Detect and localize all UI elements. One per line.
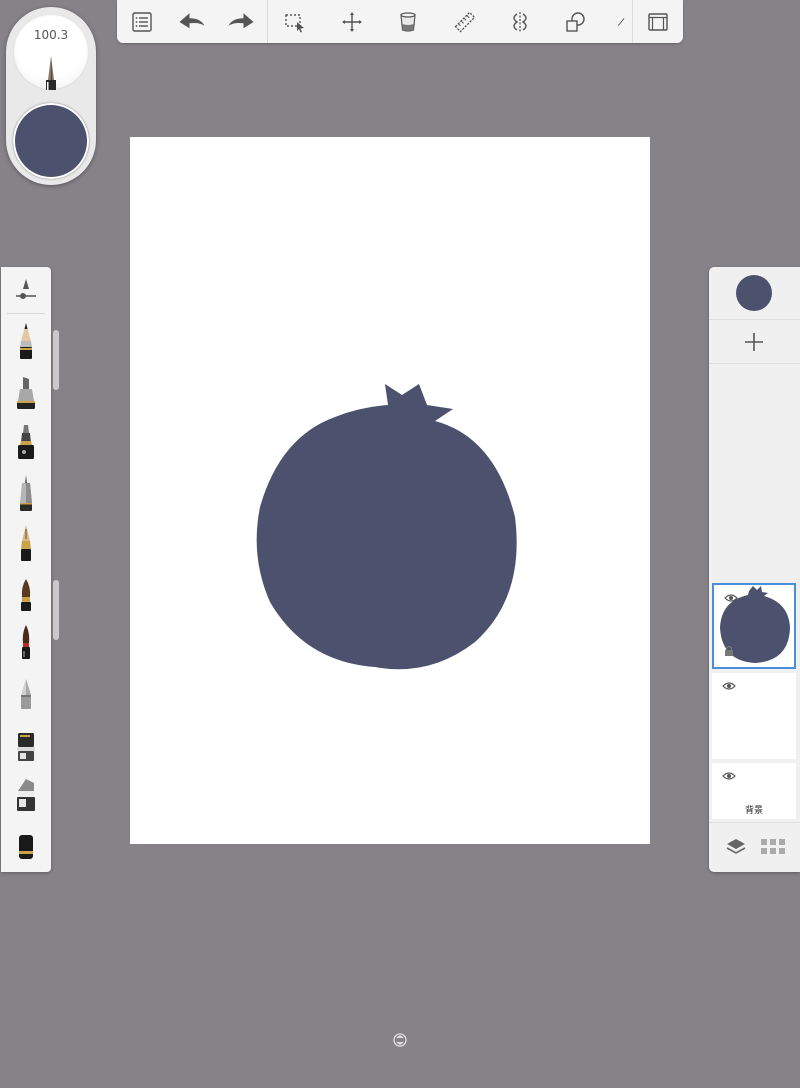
toolbar-divider — [632, 0, 633, 43]
brush-settings-icon — [16, 279, 36, 299]
selection-button[interactable] — [272, 0, 318, 43]
fill-marker-icon — [17, 779, 35, 811]
add-layer-button[interactable] — [739, 330, 769, 354]
grid-view-icon[interactable] — [761, 839, 785, 855]
fullscreen-icon — [648, 12, 668, 31]
top-toolbar — [117, 0, 683, 43]
undo-button[interactable] — [169, 0, 215, 43]
ink-pen-tool[interactable] — [1, 423, 51, 461]
brush-settings-button[interactable] — [1, 277, 51, 303]
technical-pen-tool[interactable] — [1, 473, 51, 513]
current-color-swatch[interactable] — [13, 103, 89, 179]
pencil-tool[interactable] — [1, 321, 51, 361]
more-tools-button[interactable] — [607, 0, 631, 43]
curve-icon — [617, 17, 625, 26]
transform-button[interactable] — [329, 0, 375, 43]
redo-icon — [228, 12, 254, 28]
airbrush-icon — [17, 733, 35, 761]
airbrush-tool[interactable] — [1, 729, 51, 763]
ruler-icon — [454, 11, 476, 32]
toolbar-divider — [267, 0, 268, 43]
fill-button[interactable] — [385, 0, 431, 43]
plus-icon — [745, 333, 763, 351]
eraser-tool[interactable] — [1, 833, 51, 861]
symmetry-button[interactable] — [497, 0, 543, 43]
drawing-canvas[interactable] — [130, 137, 650, 844]
brush-nib-icon — [46, 56, 56, 90]
eye-icon[interactable] — [722, 681, 736, 691]
ruler-button[interactable] — [442, 0, 488, 43]
canvas-rotate-icon[interactable] — [392, 1032, 408, 1048]
layer-1-thumbnail[interactable] — [712, 583, 796, 669]
marker-tool[interactable] — [1, 375, 51, 411]
paintbrush-icon — [21, 579, 31, 611]
brush-palette — [1, 267, 59, 872]
background-layer-label: 背景 — [744, 806, 763, 816]
ink-pen-icon — [18, 425, 34, 459]
undo-icon — [179, 12, 205, 28]
shapes-icon — [566, 11, 585, 32]
layer-panel-divider — [709, 319, 800, 320]
wet-brush-icon — [22, 625, 30, 659]
pencil-icon — [20, 323, 32, 359]
shapes-button[interactable] — [553, 0, 599, 43]
smudge-tool[interactable] — [1, 677, 51, 711]
wet-brush-tool[interactable] — [1, 623, 51, 661]
layer-panel: 背景 — [709, 267, 800, 872]
fountain-pen-tool[interactable] — [1, 523, 51, 563]
palette-scroll-handle[interactable] — [53, 330, 59, 390]
eye-icon[interactable] — [722, 771, 736, 781]
palette-scroll-handle[interactable] — [53, 580, 59, 640]
palette-divider — [7, 313, 45, 314]
fill-marker-tool[interactable] — [1, 777, 51, 813]
paintbrush-tool[interactable] — [1, 577, 51, 613]
smudge-icon — [21, 679, 31, 709]
lock-icon — [725, 645, 733, 656]
selection-icon — [285, 13, 304, 32]
marker-icon — [17, 377, 35, 409]
brush-puck: 100.3 — [6, 7, 96, 185]
symmetry-icon — [513, 11, 527, 32]
fountain-pen-icon — [21, 525, 31, 561]
layers-icon[interactable] — [725, 837, 747, 857]
brush-size-value: 100.3 — [33, 28, 69, 42]
layer-color-swatch[interactable] — [736, 275, 772, 311]
layer-2-thumbnail[interactable] — [712, 673, 796, 759]
layer-panel-divider — [709, 363, 800, 364]
transform-icon — [342, 11, 362, 32]
fill-bucket-icon — [400, 11, 416, 32]
fullscreen-button[interactable] — [635, 0, 681, 43]
redo-button[interactable] — [218, 0, 264, 43]
layer-panel-footer — [709, 822, 800, 872]
menu-button[interactable] — [119, 0, 165, 43]
eraser-icon — [19, 835, 33, 859]
brush-size-control[interactable]: 100.3 — [13, 14, 89, 90]
technical-pen-icon — [20, 475, 32, 511]
menu-icon — [132, 11, 152, 32]
canvas-artwork — [256, 384, 517, 670]
background-layer-thumbnail[interactable]: 背景 — [712, 763, 796, 819]
